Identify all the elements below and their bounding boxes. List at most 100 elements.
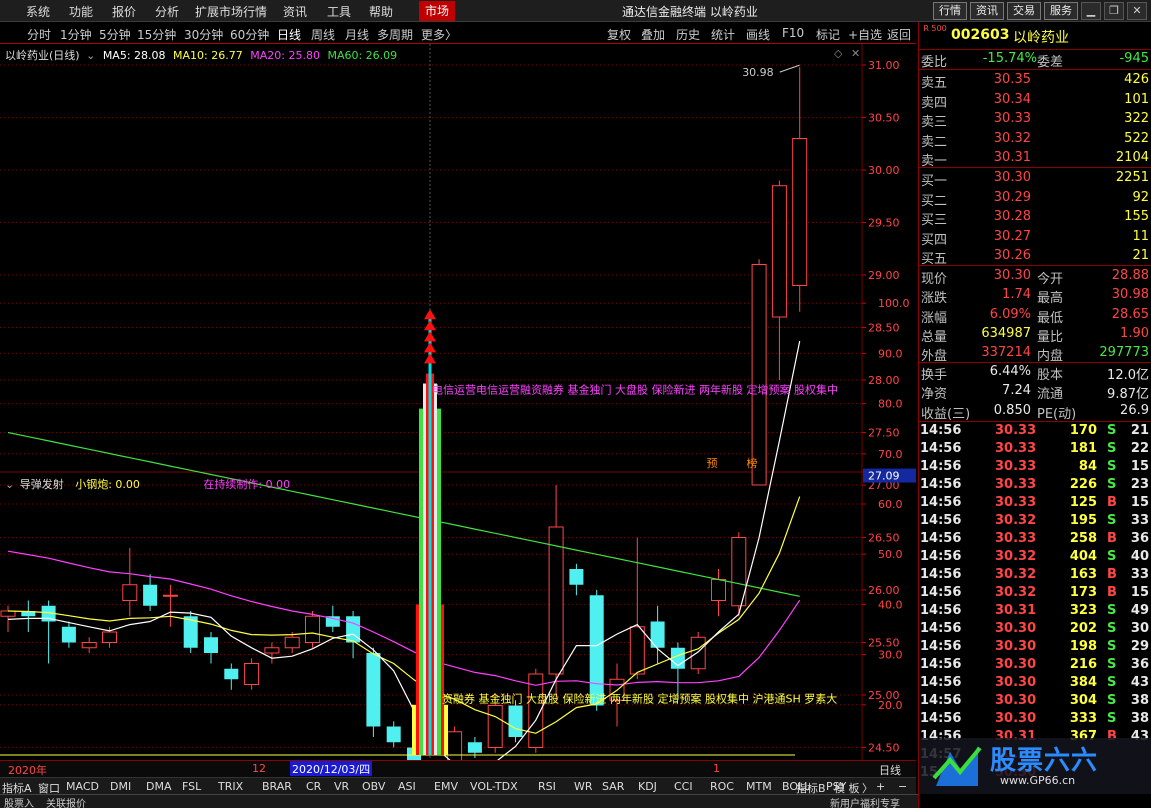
nav-button-news[interactable]: 资讯 [970, 2, 1004, 20]
period-tab-monthly[interactable]: 月线 [345, 26, 369, 43]
menu-item-market[interactable]: 市场 [419, 1, 455, 21]
candle-body-down [366, 653, 381, 727]
stat-row: 涨跌 1.74 最高 30.98 [919, 286, 1151, 306]
menu-item-ext-market[interactable]: 扩展市场行情 [195, 3, 267, 20]
indicator-tab-18[interactable]: CCI [674, 780, 693, 793]
indicator-tab-20[interactable]: MTM [746, 780, 772, 793]
tool-button-mark[interactable]: 标记 [816, 26, 840, 43]
indicator-tab-6[interactable]: TRIX [218, 780, 243, 793]
candle-body-up [0, 610, 16, 617]
tick-cell: 30.30 [995, 711, 1037, 726]
ask-label: 卖三 [921, 115, 948, 130]
tool-button-adjust[interactable]: 复权 [607, 26, 631, 43]
period-tab-5min[interactable]: 5分钟 [99, 26, 131, 43]
sub-chart-header: ⌄ 导弹发射 小钢炮: 0.00 在持续制作: 0.00 [5, 476, 290, 492]
indicator-tab-13[interactable]: VOL-TDX [470, 780, 518, 793]
indicator-tab-26[interactable]: + [876, 780, 885, 793]
tick-cell: B [1107, 585, 1117, 600]
period-tab-intraday[interactable]: 分时 [27, 26, 51, 43]
indicator-tab-9[interactable]: VR [334, 780, 349, 793]
period-toolbar: 分时 1分钟 5分钟 15分钟 30分钟 60分钟 日线 周线 月线 多周期 更… [0, 22, 916, 44]
period-tab-1min[interactable]: 1分钟 [60, 26, 92, 43]
tool-button-overlay[interactable]: 叠加 [641, 26, 665, 43]
tick-row: 14:56 30.32 404 S 40 [919, 549, 1151, 567]
tick-cell: 36 [1130, 531, 1149, 546]
menu-item-help[interactable]: 帮助 [369, 3, 393, 20]
indicator-tab-4[interactable]: DMA [146, 780, 172, 793]
period-tab-weekly[interactable]: 周线 [311, 26, 335, 43]
indicator-tab-19[interactable]: ROC [710, 780, 734, 793]
indicator-tab-5[interactable]: FSL [182, 780, 201, 793]
fund-value: 9.87亿 [1107, 387, 1149, 403]
tick-row: 14:56 30.30 216 S 36 [919, 657, 1151, 675]
tick-row: 14:56 30.33 181 S 22 [919, 441, 1151, 459]
period-tab-daily[interactable]: 日线 [277, 26, 301, 43]
price-tick-label: 30.00 [868, 164, 900, 177]
tick-row: 14:56 30.32 195 S 33 [919, 513, 1151, 531]
period-tab-15min[interactable]: 15分钟 [137, 26, 176, 43]
tool-button-history[interactable]: 历史 [676, 26, 700, 43]
tick-cell: S [1107, 621, 1117, 636]
candle-body-down [467, 742, 482, 753]
tick-cell: 14:56 [920, 495, 962, 510]
tick-row: 14:56 30.30 333 S 38 [919, 711, 1151, 729]
restore-icon[interactable]: ❐ [1104, 2, 1124, 20]
indicator-tab-27[interactable]: − [898, 780, 907, 793]
tick-cell: S [1107, 459, 1117, 474]
chart-area[interactable]: 31.00 30.50 30.00 29.50 29.00 28.50 28.00 27.50… [0, 44, 916, 760]
stat-value: 28.65 [1111, 306, 1149, 322]
status-related[interactable]: 关联报价 [46, 795, 86, 808]
indicator-tab-7[interactable]: BRAR [262, 780, 292, 793]
indicator-tab-14[interactable]: RSI [538, 780, 556, 793]
order-ratio-row: 委比 -15.74% 委差 -945 [921, 51, 1149, 70]
nav-button-service[interactable]: 服务 [1044, 2, 1078, 20]
tick-row: 14:56 30.33 170 S 21 [919, 423, 1151, 441]
bid-price: 30.26 [993, 248, 1031, 263]
close-panel-icon[interactable]: ✕ [851, 47, 860, 60]
tool-button-back[interactable]: 返回 [887, 26, 911, 43]
menu-item-news[interactable]: 资讯 [283, 3, 307, 20]
diamond-icon[interactable]: ◇ [834, 47, 842, 60]
chevron-down-icon[interactable]: ⌄ [5, 478, 14, 491]
tick-cell: 40 [1130, 549, 1149, 564]
menu-item-analysis[interactable]: 分析 [155, 3, 179, 20]
indicator-tab-12[interactable]: EMV [434, 780, 458, 793]
tick-cell: 38 [1130, 711, 1149, 726]
high-pointer [779, 64, 800, 73]
indicator-tab-8[interactable]: CR [306, 780, 321, 793]
status-input[interactable]: 股票入 [4, 795, 34, 808]
ask-label: 卖五 [921, 76, 948, 91]
tool-button-stats[interactable]: 统计 [711, 26, 735, 43]
indicator-tab-15[interactable]: WR [574, 780, 593, 793]
menu-item-quote[interactable]: 报价 [112, 3, 136, 20]
tool-button-draw[interactable]: 画线 [746, 26, 770, 43]
tool-button-add-watchlist[interactable]: +自选 [848, 26, 882, 43]
close-icon[interactable]: ✕ [1127, 2, 1147, 20]
indicator-value-2: 在持续制作: 0.00 [203, 478, 291, 491]
nav-button-trade[interactable]: 交易 [1007, 2, 1041, 20]
period-tab-multi[interactable]: 多周期 [377, 26, 413, 43]
indicator-tab-11[interactable]: ASI [398, 780, 416, 793]
period-tab-30min[interactable]: 30分钟 [184, 26, 223, 43]
menu-item-tools[interactable]: 工具 [327, 3, 351, 20]
nav-button-quotes[interactable]: 行情 [933, 2, 967, 20]
menu-item-system[interactable]: 系统 [26, 3, 50, 20]
indicator-tab-10[interactable]: OBV [362, 780, 385, 793]
indicator-tab-17[interactable]: KDJ [638, 780, 657, 793]
chevron-down-icon[interactable]: ⌄ [86, 49, 95, 62]
period-tab-more[interactable]: 更多〉 [421, 26, 457, 43]
ma10-value: MA10: 26.77 [173, 49, 243, 62]
indicator-tab-3[interactable]: DMI [110, 780, 131, 793]
minimize-icon[interactable]: ▁ [1081, 2, 1101, 20]
indicator-tab-16[interactable]: SAR [602, 780, 624, 793]
app-window: 系统 功能 报价 分析 扩展市场行情 资讯 工具 帮助 市场 通达信金融终端 以… [0, 0, 1151, 808]
tool-button-f10[interactable]: F10 [782, 26, 804, 40]
tick-cell: 30.33 [995, 531, 1037, 546]
status-promo[interactable]: 新用户福利专享 [830, 795, 900, 808]
bid-price: 30.29 [993, 189, 1031, 205]
period-tab-60min[interactable]: 60分钟 [230, 26, 269, 43]
tick-cell: 304 [1069, 693, 1097, 708]
indicator-tab-2[interactable]: MACD [66, 780, 99, 793]
menu-item-function[interactable]: 功能 [69, 3, 93, 20]
price-tick-label: 26.00 [868, 584, 900, 597]
